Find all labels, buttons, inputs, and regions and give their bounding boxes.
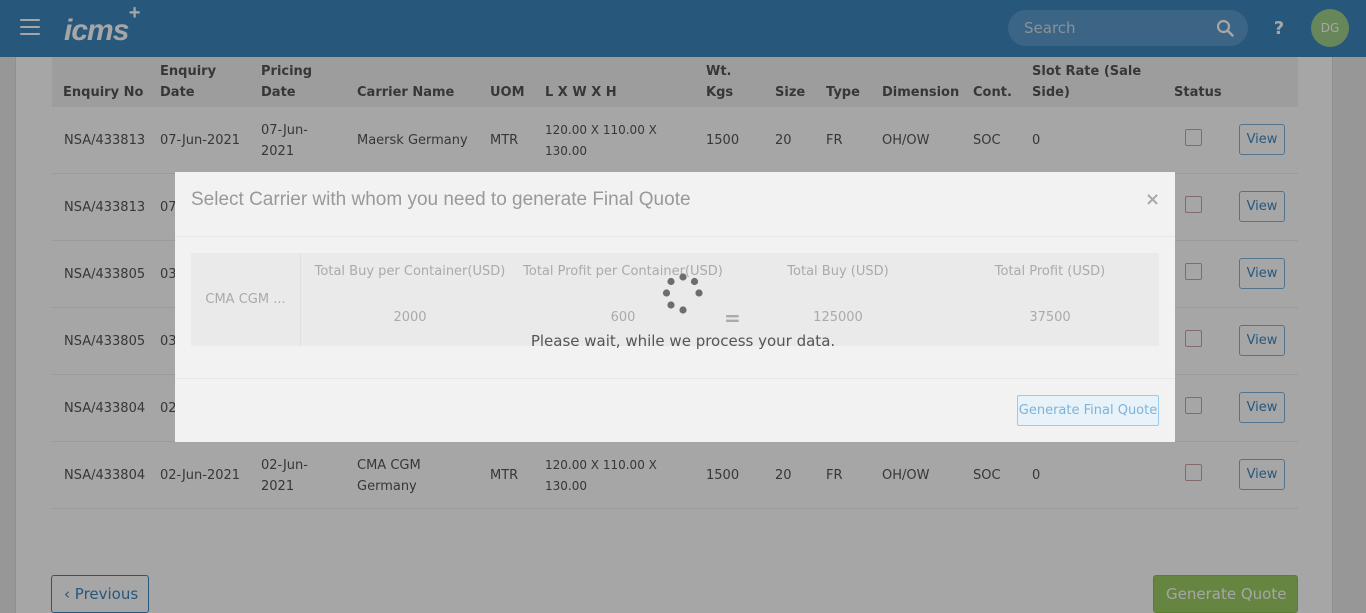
modal-title: Select Carrier with whom you need to gen… <box>191 189 691 210</box>
loading-message: Please wait, while we process your data. <box>530 332 836 350</box>
col-value: 37500 <box>1029 310 1071 325</box>
generate-final-quote-button[interactable]: Generate Final Quote <box>1017 395 1159 426</box>
equals-icon: = <box>724 306 741 330</box>
loading-spinner-icon <box>662 273 703 314</box>
col-header: Total Buy per Container(USD) <box>314 264 506 279</box>
col-header: Total Profit (USD) <box>994 264 1106 279</box>
close-icon[interactable]: × <box>1145 189 1160 210</box>
col-value: 2000 <box>393 310 427 325</box>
col-value: 125000 <box>813 310 863 325</box>
modal-divider <box>175 378 1175 379</box>
col-header: Total Buy (USD) <box>787 264 889 279</box>
modal-divider <box>175 236 1175 237</box>
